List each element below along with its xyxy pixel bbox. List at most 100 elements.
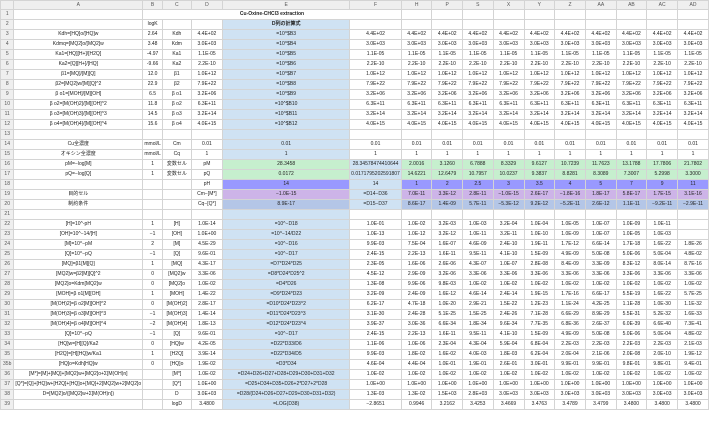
cell[interactable]: 9.9E-01 xyxy=(554,359,587,370)
cell[interactable]: 10.0237 xyxy=(492,169,525,180)
cell[interactable]: 2.2E-03 xyxy=(615,339,648,350)
cell[interactable] xyxy=(492,19,525,30)
cell[interactable]: 3.0E+03 xyxy=(523,389,556,400)
cell[interactable]: [M(OH)3]=β o3[M][OH]^3 xyxy=(13,309,144,320)
cell[interactable]: 4.1E-10 xyxy=(492,249,525,260)
cell[interactable] xyxy=(13,9,144,20)
cell[interactable]: 1.0E-02 xyxy=(462,369,494,380)
row-header[interactable]: 7 xyxy=(0,69,15,80)
cell[interactable] xyxy=(585,9,617,20)
cell[interactable]: 3.1E-16 xyxy=(677,189,709,200)
cell[interactable]: −1.0E-15 xyxy=(222,189,351,200)
column-header[interactable]: AD xyxy=(677,0,709,10)
cell[interactable]: 1.1E-05 xyxy=(554,49,587,60)
row-header[interactable]: 8 xyxy=(0,79,15,90)
cell[interactable]: Kdm xyxy=(162,39,192,50)
cell[interactable]: 2.1E-06 xyxy=(585,349,617,360)
cell[interactable]: 6.6E-34 xyxy=(431,319,463,330)
cell[interactable]: =10^$B10 xyxy=(222,99,351,110)
cell[interactable]: 3.2E+06 xyxy=(431,89,463,100)
cell[interactable]: 1 xyxy=(615,149,648,160)
cell[interactable]: 6.8E-36 xyxy=(554,319,587,330)
cell[interactable]: 1 xyxy=(222,149,351,160)
column-header[interactable]: C xyxy=(162,0,192,10)
cell[interactable]: 4.4E+02 xyxy=(400,29,433,40)
cell[interactable]: −1 xyxy=(142,309,164,320)
row-header[interactable]: 14 xyxy=(0,139,15,150)
cell[interactable]: 1.0E-11 xyxy=(646,219,679,230)
cell[interactable]: 0.9946 xyxy=(400,399,433,410)
cell[interactable]: 2.2E-10 xyxy=(190,59,224,70)
row-header[interactable]: 37 xyxy=(0,379,15,390)
cell[interactable]: 3.2E+14 xyxy=(400,109,433,120)
cell[interactable]: 変数セル xyxy=(162,159,192,170)
cell[interactable]: 1.7E-12 xyxy=(554,239,587,250)
cell[interactable]: 0.0171795202591807 xyxy=(349,169,402,180)
cell[interactable]: 1.0E+00 xyxy=(431,379,463,390)
cell[interactable]: =D12*D24*D23^4 xyxy=(222,319,351,330)
cell[interactable]: 6.3E+11 xyxy=(349,99,402,110)
cell[interactable]: 5.1E-25 xyxy=(431,309,463,320)
cell[interactable] xyxy=(646,19,679,30)
cell[interactable]: 1 xyxy=(400,179,433,190)
column-header[interactable]: A xyxy=(13,0,144,10)
cell[interactable]: 3.0E+03 xyxy=(615,39,648,50)
cell[interactable]: 3.3E-06 xyxy=(190,269,224,280)
column-header[interactable]: AB xyxy=(615,0,648,10)
cell[interactable] xyxy=(615,209,648,220)
cell[interactable]: 1.0E-09 xyxy=(615,219,648,230)
column-header[interactable]: P xyxy=(431,0,463,10)
cell[interactable]: 6.0E-39 xyxy=(615,319,648,330)
cell[interactable]: 1.0E+00 xyxy=(646,379,679,390)
cell[interactable]: Cm−[M*] xyxy=(190,189,224,200)
cell[interactable]: 6.3E+11 xyxy=(554,99,587,110)
cell[interactable] xyxy=(400,19,433,30)
cell[interactable]: [Q]=10^−pQ xyxy=(13,249,144,260)
cell[interactable]: pM=−log[M] xyxy=(13,159,144,170)
cell[interactable]: 1.8E-03 xyxy=(492,349,525,360)
row-header[interactable]: 35 xyxy=(0,349,15,360)
cell[interactable]: −5.3E-12 xyxy=(492,199,525,210)
row-header[interactable]: 9 xyxy=(0,89,15,100)
cell[interactable]: 3.3E-06 xyxy=(462,269,494,280)
cell[interactable]: -4.97 xyxy=(142,49,164,60)
cell[interactable]: 1.0E-03 xyxy=(646,229,679,240)
cell[interactable]: 7.9E+22 xyxy=(646,79,679,90)
cell[interactable] xyxy=(142,389,164,400)
cell[interactable]: 2.9E-09 xyxy=(400,269,433,280)
cell[interactable]: 0 xyxy=(142,269,164,280)
cell[interactable]: 3.0E+03 xyxy=(646,389,679,400)
cell[interactable]: 2.2E-10 xyxy=(615,59,648,70)
row-header[interactable]: 35b xyxy=(0,359,15,370)
cell[interactable]: 2.2E-10 xyxy=(349,59,402,70)
cell[interactable]: 1.5E-09 xyxy=(523,329,556,340)
cell[interactable]: 3.2E-04 xyxy=(492,219,525,230)
cell[interactable]: Cq xyxy=(162,149,192,160)
cell[interactable]: 1.0E-02 xyxy=(554,279,587,290)
cell[interactable]: 1.0E-02 xyxy=(190,369,224,380)
cell[interactable] xyxy=(462,129,494,140)
cell[interactable]: 1.0E-12 xyxy=(400,229,433,240)
cell[interactable]: [MOH] xyxy=(162,289,192,300)
row-header[interactable]: 34 xyxy=(0,339,15,350)
cell[interactable]: 1.1E-05 xyxy=(523,49,556,60)
cell[interactable]: 1.0E+12 xyxy=(400,69,433,80)
cell[interactable]: 1.0E-01 xyxy=(431,359,463,370)
cell[interactable]: 1.0E-05 xyxy=(554,219,587,230)
row-header[interactable]: 21 xyxy=(0,209,15,220)
cell[interactable]: 4.2E-05 xyxy=(190,339,224,350)
cell[interactable]: 3.2E-06 xyxy=(431,269,463,280)
cell[interactable]: 9.6E-01 xyxy=(190,329,224,340)
cell[interactable]: 1.1E-05 xyxy=(615,49,648,60)
cell[interactable]: 9.8E-03 xyxy=(431,279,463,290)
cell[interactable]: 1.0E-02 xyxy=(462,279,494,290)
row-header[interactable]: 4 xyxy=(0,39,15,50)
cell[interactable]: 9.6127 xyxy=(523,159,556,170)
cell[interactable]: 1.0E-04 xyxy=(523,219,556,230)
cell[interactable]: 1.8E-17 xyxy=(585,189,617,200)
cell[interactable]: 1.0E-02 xyxy=(585,279,617,290)
cell[interactable]: logK xyxy=(142,19,164,30)
cell[interactable]: 6.8E-04 xyxy=(523,339,556,350)
cell[interactable] xyxy=(523,209,556,220)
cell[interactable]: 7 xyxy=(615,179,648,190)
